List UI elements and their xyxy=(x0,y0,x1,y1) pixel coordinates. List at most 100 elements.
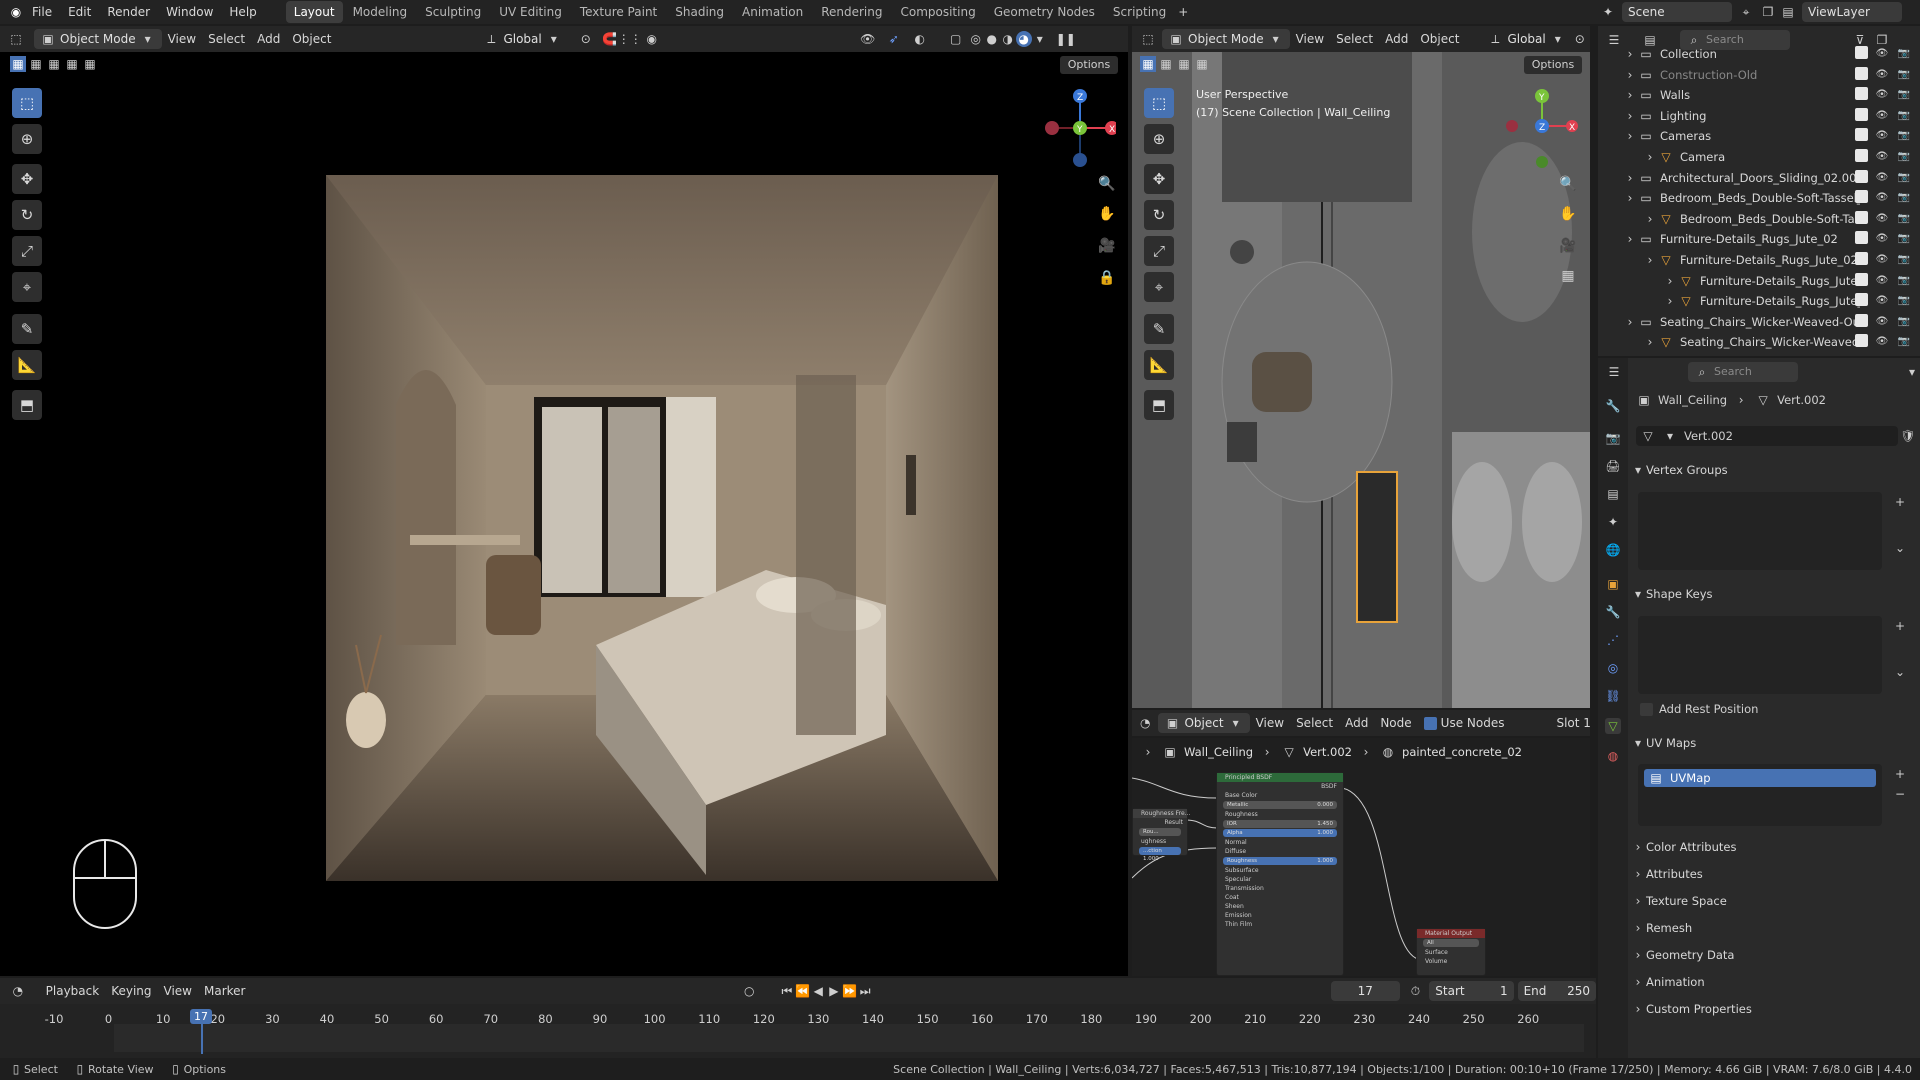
camera-icon[interactable]: 📷 xyxy=(1896,108,1912,124)
node-editor-canvas[interactable]: › ▣ Wall_Ceiling › ▽ Vert.002 › ◍ painte… xyxy=(1132,738,1590,976)
viewlayer-selector[interactable]: ▤ ViewLayer xyxy=(1780,2,1902,22)
eye-icon[interactable]: 👁 xyxy=(1874,190,1890,206)
scene-tab-icon[interactable]: ✦ xyxy=(1605,514,1621,530)
bsdf-roughness-field[interactable]: Roughness 1.000 xyxy=(1223,857,1337,865)
chevron-right-icon[interactable]: › xyxy=(1622,67,1638,83)
pan-hand-icon-right[interactable]: ✋ xyxy=(1556,202,1580,226)
section-collapsed[interactable]: › Custom Properties xyxy=(1630,998,1910,1020)
play-icon[interactable]: ▶ xyxy=(826,983,842,999)
physics-tab-icon[interactable]: ◎ xyxy=(1605,660,1621,676)
add-rest-position-checkbox[interactable] xyxy=(1640,702,1653,716)
use-nodes-toggle[interactable]: Use Nodes xyxy=(1418,713,1511,733)
world-tab-icon[interactable]: 🌐 xyxy=(1605,542,1621,558)
bsdf-ior-field[interactable]: IOR 1.450 xyxy=(1223,820,1337,828)
camera-view-icon-right[interactable]: 🎥 xyxy=(1556,234,1580,258)
snap-icon[interactable]: 🧲 xyxy=(602,31,618,47)
node-menu-node[interactable]: Node xyxy=(1374,713,1417,733)
add-vertex-group-icon[interactable]: + xyxy=(1892,494,1908,510)
menu-window[interactable]: Window xyxy=(158,0,221,24)
eye-icon[interactable]: 👁 xyxy=(1874,46,1890,62)
chevron-right-icon[interactable]: › xyxy=(1622,108,1638,124)
use-nodes-checkbox[interactable] xyxy=(1423,716,1437,730)
tab-sculpting[interactable]: Sculpting xyxy=(417,1,489,23)
chevron-right-icon[interactable]: › xyxy=(1622,231,1638,247)
select-intersect-icon[interactable]: ▦ xyxy=(82,56,98,72)
exclude-checkbox[interactable] xyxy=(1855,293,1868,307)
node-input-field[interactable]: Rou... xyxy=(1139,828,1181,836)
camera-view-icon[interactable]: 🎥 xyxy=(1095,234,1119,258)
move-tool[interactable]: ✥ xyxy=(12,164,42,194)
outliner-row[interactable]: › ▭ Cameras 👁 📷 xyxy=(1600,126,1920,146)
timeline-track[interactable] xyxy=(114,1024,1584,1052)
tab-modeling[interactable]: Modeling xyxy=(345,1,416,23)
camera-icon[interactable]: 📷 xyxy=(1896,334,1912,350)
timeline-menu-marker[interactable]: Marker xyxy=(198,981,251,1001)
outliner-row[interactable]: › ▽ Camera 👁 📷 xyxy=(1600,147,1920,167)
chevron-right-icon[interactable]: › xyxy=(1642,149,1658,165)
autokey-icon[interactable]: ○ xyxy=(741,983,757,999)
eye-icon[interactable]: 👁 xyxy=(1874,252,1890,268)
select-new-icon[interactable]: ▦ xyxy=(1140,56,1156,72)
tab-uv-editing[interactable]: UV Editing xyxy=(491,1,570,23)
chevron-right-icon[interactable]: › xyxy=(1622,170,1638,186)
scene-field[interactable]: Scene xyxy=(1622,2,1732,22)
chevron-right-icon[interactable]: › xyxy=(1622,190,1638,206)
camera-icon[interactable]: 📷 xyxy=(1896,273,1912,289)
select-extend-icon[interactable]: ▦ xyxy=(1158,56,1174,72)
proportional-icon[interactable]: ◉ xyxy=(644,31,660,47)
blender-logo-icon[interactable]: ◉ xyxy=(8,4,24,20)
chevron-right-icon[interactable]: › xyxy=(1622,46,1638,62)
bsdf-alpha-field[interactable]: Alpha 1.000 xyxy=(1223,829,1337,837)
bsdf-diffuse[interactable]: Diffuse xyxy=(1217,847,1343,856)
eye-icon[interactable]: 👁 xyxy=(1874,231,1890,247)
orientation-dropdown-right[interactable]: ⟂ Global ▾ xyxy=(1481,29,1571,49)
transform-tool[interactable]: ⌖ xyxy=(12,272,42,302)
shape-key-menu-icon[interactable]: ⌄ xyxy=(1892,664,1908,680)
scene-selector[interactable]: ✦ Scene ⌖ ❐ xyxy=(1600,2,1776,22)
select-invert-icon[interactable]: ▦ xyxy=(1194,56,1210,72)
outliner-row[interactable]: › ▭ Seating_Chairs_Wicker-Weaved-Outdo 👁 📷 xyxy=(1600,312,1920,332)
bsdf-metallic-field[interactable]: Metallic 0.000 xyxy=(1223,801,1337,809)
rotate-tool-right[interactable]: ↻ xyxy=(1144,200,1174,230)
tab-animation[interactable]: Animation xyxy=(734,1,811,23)
annotate-tool-right[interactable]: ✎ xyxy=(1144,314,1174,344)
section-collapsed[interactable]: › Animation xyxy=(1630,971,1910,993)
outliner-row[interactable]: › ▭ Collection 👁 📷 xyxy=(1600,44,1920,64)
eye-icon[interactable]: 👁 xyxy=(1874,128,1890,144)
data-tab-icon[interactable]: ▽ xyxy=(1605,718,1621,734)
view-layer-tab-icon[interactable]: ▤ xyxy=(1605,486,1621,502)
exclude-checkbox[interactable] xyxy=(1855,231,1868,245)
play-reverse-icon[interactable]: ◀ xyxy=(810,983,826,999)
chevron-right-icon[interactable]: › xyxy=(1662,273,1678,289)
section-collapsed[interactable]: › Attributes xyxy=(1630,863,1910,885)
timeline-menu-keying[interactable]: Keying xyxy=(105,981,157,1001)
node-input[interactable]: Roughness Fre... Result Rou... ughness .… xyxy=(1132,808,1190,862)
editor-type-icon[interactable]: ⬚ xyxy=(1140,31,1156,47)
fake-user-icon[interactable]: 🛡 xyxy=(1900,428,1916,444)
slot-dropdown[interactable]: Slot 1 xyxy=(1550,713,1590,733)
eye-icon[interactable]: 👁 xyxy=(1874,170,1890,186)
pan-hand-icon[interactable]: ✋ xyxy=(1095,202,1119,226)
lock-icon[interactable]: 🔒 xyxy=(1095,266,1119,290)
annotate-tool[interactable]: ✎ xyxy=(12,314,42,344)
grid-icon-right[interactable]: ▦ xyxy=(1556,264,1580,288)
section-collapsed[interactable]: › Geometry Data xyxy=(1630,944,1910,966)
snap-grid-icon[interactable]: ⋮⋮ xyxy=(618,31,642,47)
uv-map-item[interactable]: ▤ UVMap xyxy=(1644,769,1876,787)
material-output-node[interactable]: Material Output All Surface Volume xyxy=(1416,928,1486,976)
next-key-icon[interactable]: ⏩ xyxy=(842,983,858,999)
outliner-row[interactable]: › ▭ Architectural_Doors_Sliding_02.001 👁 📷 xyxy=(1600,168,1920,188)
render-tab-icon[interactable]: 📷 xyxy=(1605,430,1621,446)
pause-icon[interactable]: ❚❚ xyxy=(1056,31,1076,47)
tab-scripting[interactable]: Scripting xyxy=(1105,1,1174,23)
pivot-icon[interactable]: ⊙ xyxy=(578,31,594,47)
section-collapsed[interactable]: › Remesh xyxy=(1630,917,1910,939)
node-object-dropdown[interactable]: ▣ Object ▾ xyxy=(1158,713,1250,733)
select-subtract-icon[interactable]: ▦ xyxy=(46,56,62,72)
eye-icon[interactable]: 👁 xyxy=(1874,149,1890,165)
pin-icon[interactable]: ⌖ xyxy=(1738,4,1754,20)
section-collapsed[interactable]: › Color Attributes xyxy=(1630,836,1910,858)
camera-icon[interactable]: 📷 xyxy=(1896,149,1912,165)
vertex-groups-list[interactable] xyxy=(1638,492,1882,570)
exclude-checkbox[interactable] xyxy=(1855,46,1868,59)
